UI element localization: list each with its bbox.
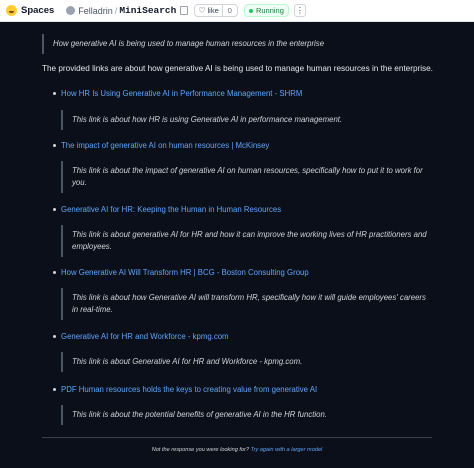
more-options-button[interactable]: ⋮ — [293, 4, 306, 17]
query-quote: How generative AI is being used to manag… — [42, 34, 432, 54]
owner-link[interactable]: Felladrin — [78, 6, 113, 16]
bullet-icon — [53, 92, 56, 95]
hugging-face-logo-icon[interactable] — [6, 5, 17, 16]
like-button[interactable]: ♡ like 0 — [194, 4, 238, 17]
footer-note: Not the response you were looking for? T… — [0, 447, 474, 453]
bullet-icon — [53, 271, 56, 274]
result-description: This link is about Generative AI for HR … — [61, 352, 431, 372]
result-link[interactable]: How HR Is Using Generative AI in Perform… — [61, 89, 302, 98]
bullet-icon — [53, 144, 56, 147]
bullet-icon — [53, 208, 56, 211]
heart-icon: ♡ — [198, 6, 206, 15]
like-count: 0 — [221, 5, 237, 16]
response-intro: The provided links are about how generat… — [42, 64, 433, 73]
result-description: This link is about generative AI for HR … — [61, 225, 431, 257]
bullet-icon — [53, 335, 56, 338]
owner-avatar — [66, 6, 76, 15]
result-description: This link is about the potential benefit… — [61, 405, 431, 425]
status-label: Running — [255, 6, 284, 15]
footer-text: Not the response you were looking for? — [151, 447, 250, 453]
retry-larger-model-link[interactable]: Try again with a larger model — [251, 447, 323, 453]
result-link[interactable]: Generative AI for HR: Keeping the Human … — [61, 205, 281, 214]
like-label: like — [207, 6, 219, 15]
result-description: This link is about how HR is using Gener… — [61, 110, 431, 130]
result-description: This link is about the impact of generat… — [61, 161, 431, 193]
divider — [42, 437, 432, 438]
bullet-icon — [53, 388, 56, 391]
spaces-link[interactable]: Spaces — [21, 5, 54, 16]
path-separator: / — [114, 5, 118, 16]
result-link[interactable]: PDF Human resources holds the keys to cr… — [61, 385, 317, 394]
result-link[interactable]: Generative AI for HR and Workforce - kpm… — [61, 332, 229, 341]
space-name-link[interactable]: MiniSearch — [119, 5, 176, 16]
spaces-header: Spaces Felladrin / MiniSearch ♡ like 0 R… — [0, 0, 474, 22]
status-badge: Running — [243, 4, 289, 17]
status-dot-icon — [248, 8, 253, 13]
result-description: This link is about how Generative AI wil… — [61, 288, 431, 320]
result-link[interactable]: The impact of generative AI on human res… — [61, 141, 269, 150]
copy-icon[interactable] — [180, 6, 189, 15]
result-link[interactable]: How Generative AI Will Transform HR | BC… — [61, 268, 309, 277]
